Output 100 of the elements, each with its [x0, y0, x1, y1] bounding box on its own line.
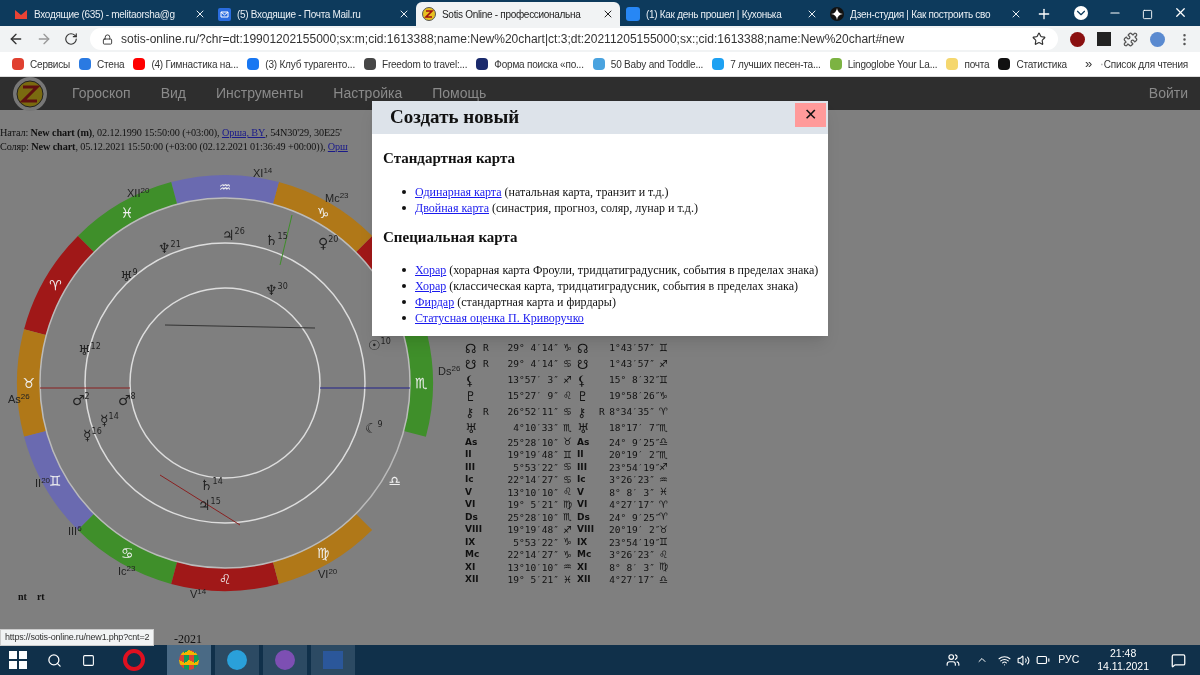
chart-type-note: (хорарная карта Фроули, тридцатиградусник, события в пределах знака) — [448, 262, 819, 279]
point-symbol: ⚷ — [465, 405, 476, 419]
close-icon[interactable] — [1010, 8, 1022, 20]
sign-symbol: ♋ — [563, 407, 573, 417]
position-value: 20°19′ 2″ — [609, 525, 659, 535]
site-menu-item[interactable]: Инструменты — [216, 83, 304, 104]
close-icon[interactable] — [194, 8, 206, 20]
bullet-icon — [402, 268, 406, 272]
site-menu-item[interactable]: Помощь — [432, 83, 487, 104]
extensions-icon[interactable] — [1123, 31, 1138, 47]
search-icon[interactable] — [47, 652, 62, 668]
position-value: 19°58′26″ — [609, 391, 659, 401]
language-indicator[interactable]: РУС — [1058, 652, 1080, 668]
browser-tab[interactable]: (5) Входящие - Почта Mail.ru — [212, 2, 416, 26]
chart-type-link[interactable]: Хорар — [415, 261, 447, 279]
position-value: 1°43′57″ — [609, 343, 656, 353]
sign-symbol: ♒ — [659, 474, 669, 485]
chart-type-link[interactable]: Статусная оценка П. Криворучко — [415, 309, 584, 327]
sign-symbol: ♍ — [659, 562, 669, 573]
restore-icon[interactable] — [1142, 9, 1153, 20]
chart-type-link[interactable]: Хорар — [415, 277, 447, 295]
opera-icon[interactable] — [123, 649, 145, 671]
bullet-icon — [402, 205, 406, 210]
tab-search-icon[interactable] — [1074, 6, 1088, 20]
retrograde-mark: R — [483, 359, 490, 369]
clock[interactable]: 21:48 14.11.2021 — [1097, 647, 1149, 673]
reading-list-link[interactable]: Список для чтения — [1103, 56, 1188, 72]
point-symbol: As — [577, 437, 591, 447]
back-icon[interactable] — [8, 31, 24, 47]
close-icon[interactable] — [806, 8, 818, 20]
position-value: 15°27′ 9″ — [506, 391, 560, 401]
battery-icon[interactable] — [1036, 653, 1051, 667]
position-value: 13°57′ 3″ — [506, 375, 560, 385]
volume-icon[interactable] — [1017, 653, 1031, 667]
telegram-taskbar-button[interactable] — [215, 645, 259, 675]
bookmark-link[interactable]: Статистика — [1016, 56, 1067, 72]
bookmark-link[interactable]: Lingoglobe Your La... — [847, 56, 938, 72]
bookmark-link[interactable]: 7 лучших песен-та... — [730, 56, 821, 72]
tab-title: Входящие (635) - melitaorsha@g — [34, 7, 176, 22]
network-icon[interactable] — [998, 653, 1012, 667]
sign-symbol: ♌ — [563, 487, 573, 498]
extension-icon[interactable] — [1070, 31, 1085, 47]
sign-symbol: ♑ — [659, 391, 669, 401]
bookmark-link[interactable]: Форма поиска «по... — [494, 56, 584, 72]
bookmark-link[interactable]: (3) Клуб турагенто... — [265, 56, 355, 72]
sign-symbol: ♏ — [563, 512, 573, 523]
sign-symbol: ♑ — [563, 537, 573, 548]
new-tab-icon[interactable] — [1036, 6, 1052, 22]
sign-symbol: ♍ — [563, 499, 573, 510]
sign-symbol: ♋ — [563, 359, 573, 369]
sign-symbol: ♏ — [659, 449, 669, 460]
star-icon — [830, 7, 844, 21]
bookmark-link[interactable]: 50 Baby and Toddle... — [610, 56, 704, 72]
site-menu-item[interactable]: Гороскоп — [72, 83, 131, 104]
house-label: VI$^{20}$ — [318, 567, 338, 580]
chrome-taskbar-button[interactable] — [167, 645, 211, 675]
site-menu-item[interactable]: Настройка — [333, 83, 403, 104]
task-view-icon[interactable] — [82, 653, 95, 667]
more-bookmarks-button[interactable]: » — [1084, 54, 1092, 74]
zodiac-sign: ♉ — [22, 375, 36, 391]
planet-label: ♆$^{30}$ — [265, 282, 288, 298]
close-icon[interactable] — [1173, 5, 1188, 20]
bookmark-link[interactable]: Freedom to travel:... — [381, 56, 468, 72]
planet-label: ♄$^{15}$ — [265, 232, 288, 248]
login-link[interactable]: Войти — [1148, 83, 1188, 104]
house-label: V$^{14}$ — [190, 587, 207, 600]
planet-label: ☉$^{10}$ — [368, 337, 391, 353]
position-value: 22°14′27″ — [506, 550, 560, 560]
reload-icon[interactable] — [64, 32, 78, 46]
chart-type-note: (натальная карта, транзит и т.д.) — [503, 183, 669, 201]
people-icon[interactable] — [946, 653, 961, 667]
profile-icon[interactable] — [1150, 31, 1165, 47]
close-icon[interactable] — [398, 8, 410, 20]
bookmark-link[interactable]: (4) Гимнастика на... — [151, 56, 239, 72]
browser-tab[interactable]: (1) Как день прошел | Кухонька — [620, 2, 824, 26]
zodiac-sign: ♒ — [218, 179, 232, 195]
bookmark-link[interactable]: почта — [964, 56, 990, 72]
bookmark-link[interactable]: Сервисы — [30, 56, 71, 72]
close-icon[interactable] — [602, 8, 614, 20]
sign-symbol: ♈ — [659, 499, 669, 510]
windows-start-icon[interactable] — [9, 651, 27, 669]
close-button[interactable]: ✕ — [795, 103, 826, 127]
sign-symbol: ♐ — [659, 462, 669, 473]
browser-tab[interactable]: Дзен-студия | Как построить сво — [824, 2, 1028, 26]
chart-type-link[interactable]: Двойная карта — [415, 198, 489, 217]
chart-type-link[interactable]: Фирдар — [415, 293, 455, 311]
address-bar[interactable]: sotis-online.ru/?chr=dt:19901202155000;sx:m;cid:1613388;name:New%20chart|ct:3;dt:20211205155000;sx:;cid:1613388;name:New%20chart#new — [90, 28, 1058, 50]
bullet-icon — [402, 284, 406, 288]
site-menu-item[interactable]: Вид — [160, 83, 186, 104]
browser-tab[interactable]: Входящие (635) - melitaorsha@g — [8, 2, 212, 26]
chart-type-link[interactable]: Одинарная карта — [415, 182, 502, 201]
notifications-icon[interactable] — [1171, 652, 1186, 668]
bookmark-star-icon[interactable] — [1032, 32, 1046, 46]
point-symbol: Mc — [465, 550, 481, 560]
bookmark-link[interactable]: Стена — [97, 56, 125, 72]
point-symbol: XII — [465, 575, 480, 585]
position-value: 8°34′35″ — [609, 407, 656, 417]
point-symbol: VI — [465, 500, 477, 510]
site-logo-icon[interactable] — [12, 75, 48, 112]
browser-tab[interactable]: Sotis Online - профессиональна — [416, 2, 620, 26]
